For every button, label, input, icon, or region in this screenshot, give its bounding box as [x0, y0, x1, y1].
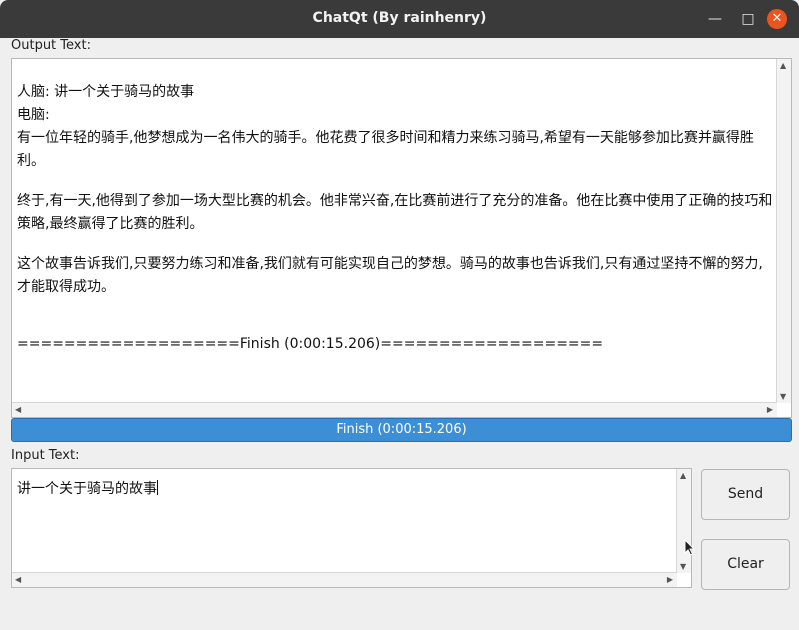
output-text: 人脑: 讲一个关于骑马的故事 电脑: 有一位年轻的骑手,他梦想成为一名伟大的骑手… [17, 81, 774, 356]
output-line-speaker: 电脑: [17, 107, 50, 123]
output-finish-line: ===================Finish (0:00:15.206)=… [17, 336, 604, 352]
input-label: Input Text: [11, 448, 80, 463]
maximize-icon: □ [741, 11, 755, 27]
window-title: ChatQt (By rainhenry) [312, 10, 487, 26]
scroll-down-icon[interactable]: ▼ [780, 392, 786, 401]
clear-button[interactable]: Clear [701, 539, 790, 590]
output-paragraph-1: 有一位年轻的骑手,他梦想成为一名伟大的骑手。他花费了很多时间和精力来练习骑马,希… [17, 130, 754, 169]
minimize-button[interactable]: — [705, 9, 725, 29]
window-titlebar[interactable]: ChatQt (By rainhenry) — □ ✕ [0, 0, 799, 38]
mouse-pointer-icon [684, 539, 696, 556]
output-line-prompt: 人脑: 讲一个关于骑马的故事 [17, 84, 195, 100]
scroll-left-icon[interactable]: ◀ [15, 405, 21, 414]
input-text-field[interactable]: 讲一个关于骑马的故事 [17, 478, 158, 498]
close-icon: ✕ [771, 11, 783, 26]
scroll-right-icon[interactable]: ▶ [767, 405, 773, 414]
scroll-right-icon[interactable]: ▶ [667, 575, 673, 584]
output-paragraph-3: 这个故事告诉我们,只要努力练习和准备,我们就有可能实现自己的梦想。骑马的故事也告… [17, 256, 763, 295]
scroll-left-icon[interactable]: ◀ [15, 575, 21, 584]
send-button[interactable]: Send [701, 469, 790, 520]
input-textbox[interactable]: 讲一个关于骑马的故事 ▲ ▼ ◀ ▶ [11, 468, 692, 588]
input-vertical-scrollbar[interactable]: ▲ ▼ [676, 469, 691, 573]
input-horizontal-scrollbar[interactable]: ◀ ▶ [12, 572, 677, 587]
scroll-up-icon[interactable]: ▲ [780, 61, 786, 70]
minimize-icon: — [708, 11, 722, 27]
output-horizontal-scrollbar[interactable]: ◀ ▶ [12, 402, 777, 417]
maximize-button[interactable]: □ [738, 9, 758, 29]
output-vertical-scrollbar[interactable]: ▲ ▼ [776, 59, 791, 403]
output-label: Output Text: [11, 38, 91, 53]
text-cursor [157, 480, 158, 495]
output-paragraph-2: 终于,有一天,他得到了参加一场大型比赛的机会。他非常兴奋,在比赛前进行了充分的准… [17, 193, 773, 232]
output-textbox[interactable]: 人脑: 讲一个关于骑马的故事 电脑: 有一位年轻的骑手,他梦想成为一名伟大的骑手… [11, 58, 792, 418]
input-text: 讲一个关于骑马的故事 [17, 481, 157, 497]
progress-bar: Finish (0:00:15.206) [11, 418, 792, 442]
scroll-down-icon[interactable]: ▼ [680, 562, 686, 571]
close-button[interactable]: ✕ [767, 9, 787, 29]
scroll-up-icon[interactable]: ▲ [680, 471, 686, 480]
